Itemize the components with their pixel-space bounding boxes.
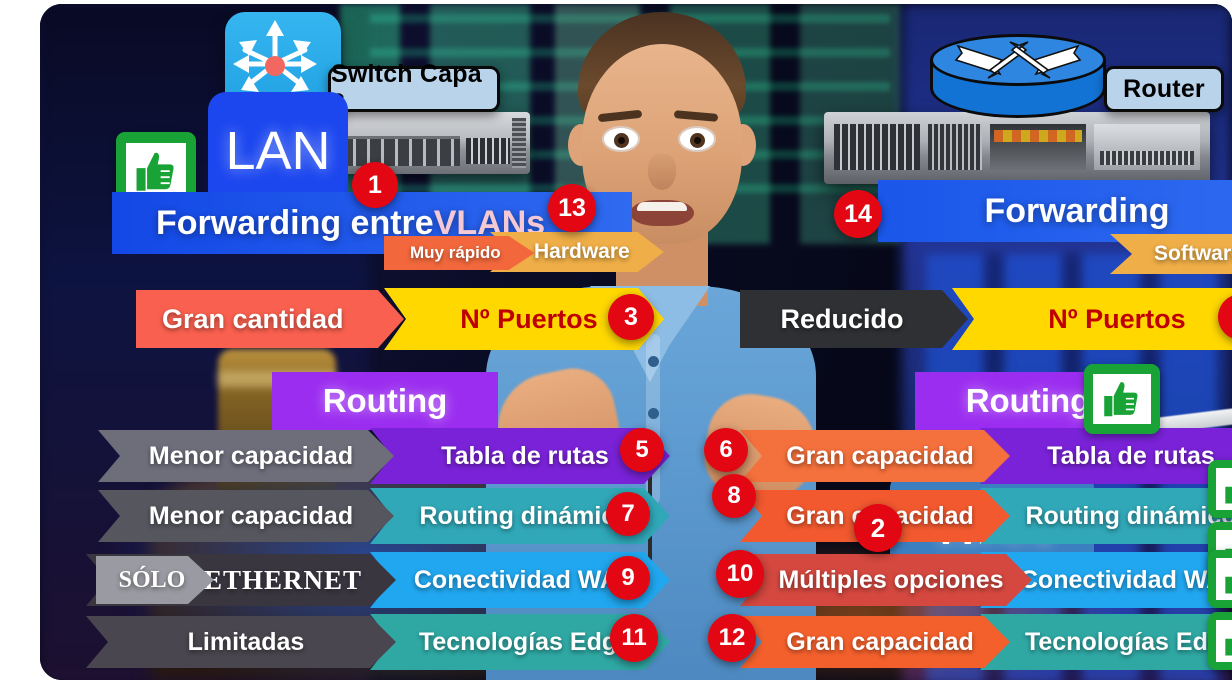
row-tabla-right-label: Tabla de rutas [980, 428, 1232, 484]
step-badge-8[interactable]: 8 [712, 474, 756, 518]
step-badge-12[interactable]: 12 [708, 614, 756, 662]
presenter-button [648, 356, 659, 367]
row-tabla-left-value: Menor capacidad [98, 430, 394, 482]
metric-label: Tecnologías Edge [418, 627, 632, 656]
metric-label: Routing dinámico [1025, 501, 1232, 530]
value-label: Múltiples opciones [778, 565, 1004, 594]
router-appliance-image [824, 112, 1210, 184]
thumbs-up-icon [1208, 550, 1232, 608]
routing-label: Routing [322, 382, 448, 419]
screenshot-root: Switch Capa 3 Router LAN WAN Forwarding … [0, 0, 1232, 683]
value-label: Reducido [780, 303, 904, 334]
switch-device-label: Switch Capa 3 [328, 60, 500, 117]
value-label: Menor capacidad [148, 441, 354, 470]
value-label: SÓLO [118, 566, 186, 593]
right-title-text: Forwarding [984, 191, 1170, 230]
value-label: Gran capacidad [786, 627, 974, 656]
metric-label: Routing dinámico [419, 501, 631, 530]
metric-label: Conectividad WAN [413, 565, 637, 594]
video-frame: Switch Capa 3 Router LAN WAN Forwarding … [40, 4, 1232, 680]
value-label: Limitadas [187, 627, 305, 656]
router-device-label: Router [1104, 66, 1224, 112]
chip-muy-rapido: Muy rápido [384, 236, 535, 270]
row-dinamico-right-label: Routing dinámico [980, 488, 1232, 544]
presenter-eye [678, 126, 716, 152]
value-label: ETHERNET [203, 564, 362, 595]
row-edge-right-value: Gran capacidad [740, 616, 1010, 668]
thumbs-up-icon [1208, 612, 1232, 670]
row-edge-right-label: Tecnologías Edge [980, 614, 1232, 670]
step-badge-6[interactable]: 6 [704, 428, 748, 472]
step-badge-10[interactable]: 10 [716, 550, 764, 598]
routing-section-left: Routing [272, 372, 498, 430]
lan-label: LAN [225, 121, 331, 181]
step-badge-3[interactable]: 3 [608, 294, 654, 340]
metric-label: Conectividad WAN [1019, 565, 1232, 594]
metric-label: Nº Puertos [1048, 303, 1186, 334]
row-edge-left-value: Limitadas [86, 616, 396, 668]
step-badge-2[interactable]: 2 [854, 504, 902, 552]
thumbs-up-icon [1084, 364, 1160, 434]
presenter-mouth [630, 200, 694, 226]
step-badge-7[interactable]: 7 [606, 492, 650, 536]
value-label: Gran cantidad [162, 303, 344, 334]
step-badge-13[interactable]: 13 [548, 184, 596, 232]
value-label: Gran capacidad [786, 441, 974, 470]
metric-label: Tecnologías Edge [1024, 627, 1232, 656]
value-label: Menor capacidad [148, 501, 354, 530]
right-section-title: Forwarding [878, 180, 1232, 242]
row-tabla-right-value: Gran capacidad [740, 430, 1010, 482]
row-conectividad-right-value: Múltiples opciones [740, 554, 1032, 606]
metric-label: Tabla de rutas [1047, 441, 1215, 470]
metric-label: Nº Puertos [460, 303, 598, 334]
step-badge-14[interactable]: 14 [834, 190, 882, 238]
step-badge-11[interactable]: 11 [610, 614, 658, 662]
row-puertos-right-metric: Nº Puertos [952, 288, 1232, 350]
step-badge-9[interactable]: 9 [606, 556, 650, 600]
step-badge-1[interactable]: 1 [352, 162, 398, 208]
chip-label: Muy rápido [410, 243, 501, 262]
chip-label: Software [1154, 242, 1232, 265]
row-puertos-left-value: Gran cantidad [136, 290, 404, 348]
presenter-button [648, 408, 659, 419]
metric-label: Tabla de rutas [441, 441, 609, 470]
row-dinamico-left-value: Menor capacidad [98, 490, 394, 542]
step-badge-5[interactable]: 5 [620, 428, 664, 472]
cisco-router-icon [930, 34, 1106, 120]
presenter-nose [648, 154, 676, 190]
routing-label: Routing [965, 382, 1091, 419]
chip-label: Hardware [534, 240, 630, 263]
thumbs-up-icon [1208, 460, 1232, 518]
presenter-eye [602, 126, 640, 152]
row-puertos-right-value: Reducido [740, 290, 968, 348]
